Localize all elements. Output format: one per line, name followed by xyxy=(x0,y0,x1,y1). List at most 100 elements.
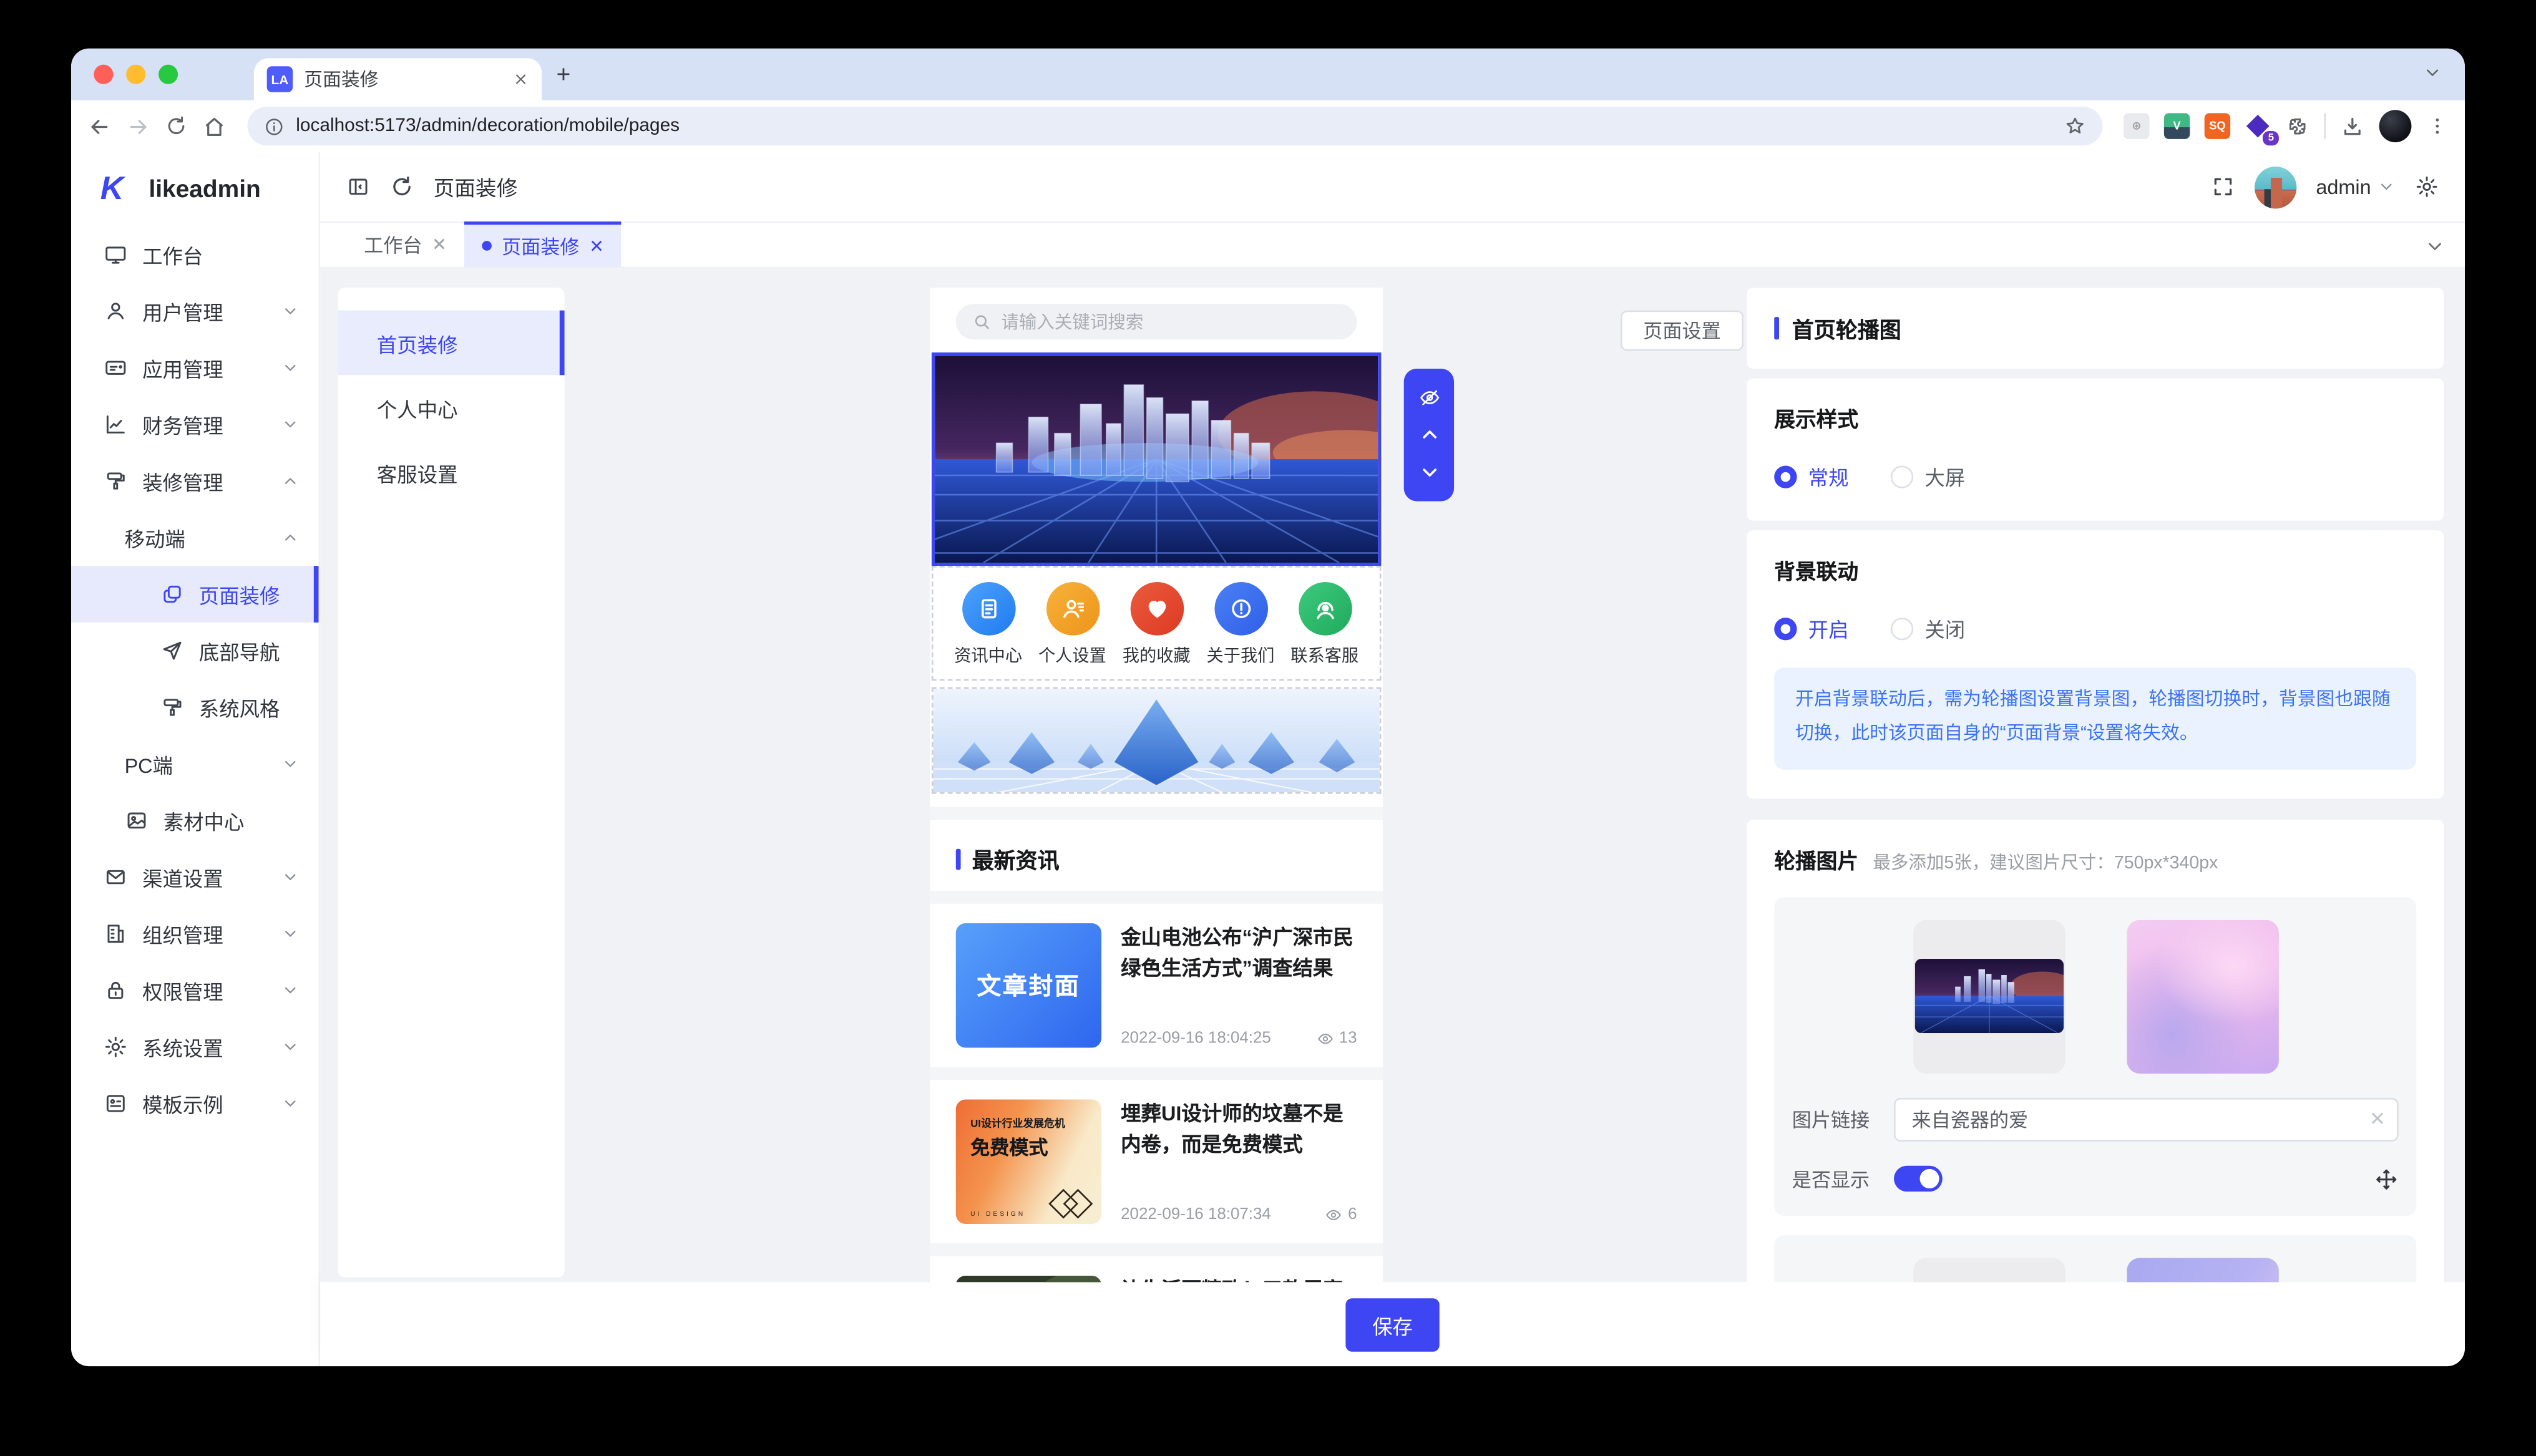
sidebar-item-material-center[interactable]: 素材中心 xyxy=(71,792,319,849)
home-icon[interactable] xyxy=(202,114,227,138)
vue-extension-icon[interactable]: V xyxy=(2164,113,2190,138)
close-window-button[interactable] xyxy=(94,65,113,84)
nav-item-news[interactable]: 资讯中心 xyxy=(946,582,1030,667)
extensions-puzzle-icon[interactable] xyxy=(2285,114,2309,138)
banner-widget-selected[interactable] xyxy=(932,352,1382,566)
reload-icon[interactable] xyxy=(165,115,187,137)
article-row[interactable]: 让生活更精致！五款居家好物推荐，实用性超高 #好物推荐 xyxy=(930,1256,1383,1282)
carousel-background-thumb[interactable] xyxy=(2126,920,2278,1073)
move-widget-down-icon[interactable] xyxy=(1418,461,1440,483)
page-settings-button[interactable]: 页面设置 xyxy=(1621,311,1744,351)
display-style-card: 展示样式 常规 大屏 xyxy=(1747,378,2444,520)
tabs-overflow-chevron-icon[interactable] xyxy=(2424,236,2446,257)
sq-extension-icon[interactable]: SQ xyxy=(2205,113,2230,138)
sidebar-item-decoration[interactable]: 装修管理 xyxy=(71,453,319,510)
nav-item-profile-settings[interactable]: 个人设置 xyxy=(1030,582,1114,667)
sidebar-item-organization[interactable]: 组织管理 xyxy=(71,905,319,962)
sidebar-item-users[interactable]: 用户管理 xyxy=(71,283,319,340)
window-controls[interactable] xyxy=(94,65,178,84)
minimize-window-button[interactable] xyxy=(126,65,145,84)
news-section-title: 最新资讯 xyxy=(972,842,1060,875)
radio-bg-link-on[interactable]: 开启 xyxy=(1774,613,1848,643)
drag-move-icon[interactable] xyxy=(2374,1167,2399,1191)
carousel-image-thumb[interactable] xyxy=(1913,1257,2065,1282)
collapse-sidebar-icon[interactable] xyxy=(346,175,371,199)
headset-icon xyxy=(1311,595,1339,623)
close-tab-icon[interactable]: ✕ xyxy=(432,234,447,255)
forward-icon[interactable] xyxy=(126,114,150,138)
page-item-customer-service[interactable]: 客服设置 xyxy=(338,440,565,505)
screen: LA 页面装修 + localhost:5173/admin/decoratio… xyxy=(0,0,2536,1456)
browser-profile-avatar[interactable] xyxy=(2379,110,2412,142)
sidebar-item-pc[interactable]: PC端 xyxy=(71,735,319,792)
page-item-personal-center[interactable]: 个人中心 xyxy=(338,375,565,440)
url-bar[interactable]: localhost:5173/admin/decoration/mobile/p… xyxy=(248,107,2103,145)
site-info-icon[interactable] xyxy=(263,115,285,137)
react-extension-icon[interactable]: ⊛ xyxy=(2124,113,2149,138)
sidebar-item-system-style[interactable]: 系统风格 xyxy=(71,679,319,736)
clear-input-icon[interactable]: ✕ xyxy=(2369,1107,2386,1129)
display-style-label: 展示样式 xyxy=(1774,402,2416,433)
fullscreen-icon[interactable] xyxy=(2211,175,2235,199)
preview-search-bar[interactable]: 请输入关键词搜索 xyxy=(956,304,1357,339)
radio-display-normal[interactable]: 常规 xyxy=(1774,461,1848,492)
icon-nav-widget[interactable]: 资讯中心 个人设置 我的收藏 xyxy=(932,566,1382,681)
active-dot xyxy=(482,241,492,251)
browser-tab-strip: LA 页面装修 + xyxy=(71,49,2465,100)
radio-bg-link-off[interactable]: 关闭 xyxy=(1891,613,1965,643)
sidebar-item-page-decoration[interactable]: 页面装修 xyxy=(71,566,319,623)
radio-display-large[interactable]: 大屏 xyxy=(1891,461,1965,492)
heart-icon xyxy=(1143,595,1170,623)
bookmark-star-icon[interactable] xyxy=(2064,115,2086,137)
pages-list-panel: 首页装修 个人中心 客服设置 xyxy=(338,288,565,1277)
user-avatar[interactable] xyxy=(2255,166,2296,208)
page-item-home[interactable]: 首页装修 xyxy=(338,311,565,376)
nav-item-contact-service[interactable]: 联系客服 xyxy=(1282,582,1367,667)
maximize-window-button[interactable] xyxy=(158,65,178,84)
nav-item-favorites[interactable]: 我的收藏 xyxy=(1114,582,1199,667)
close-tab-icon[interactable]: ✕ xyxy=(589,235,604,256)
chevron-down-icon xyxy=(281,925,300,943)
sidebar-item-workbench[interactable]: 工作台 xyxy=(71,226,319,283)
new-tab-button[interactable]: + xyxy=(557,61,571,89)
back-icon[interactable] xyxy=(87,114,112,138)
background-link-card: 背景联动 开启 关闭 开启背景联动后，需为轮播图设置背景图，轮播图切换时，背景图… xyxy=(1747,530,2444,798)
sidebar-item-permissions[interactable]: 权限管理 xyxy=(71,962,319,1019)
sidebar-item-template-examples[interactable]: 模板示例 xyxy=(71,1075,319,1132)
settings-gear-icon[interactable] xyxy=(2415,175,2439,199)
tab-page-decoration[interactable]: 页面装修✕ xyxy=(464,221,622,267)
news-doc-icon xyxy=(975,595,1002,623)
carousel-hint: 最多添加5张，建议图片尺寸：750px*340px xyxy=(1873,848,2218,873)
diamond-extension-icon[interactable]: 5 xyxy=(2245,113,2270,138)
article-title: 金山电池公布“沪广深市民绿色生活方式”调查结果 xyxy=(1121,923,1357,984)
image-link-input[interactable] xyxy=(1894,1097,2399,1141)
refresh-icon[interactable] xyxy=(390,175,414,199)
sidebar-item-applications[interactable]: 应用管理 xyxy=(71,339,319,396)
tab-workbench[interactable]: 工作台✕ xyxy=(346,221,465,267)
show-toggle[interactable] xyxy=(1894,1166,1943,1191)
kebab-menu-icon[interactable] xyxy=(2426,115,2449,137)
sidebar-item-system-settings[interactable]: 系统设置 xyxy=(71,1019,319,1075)
carousel-image-thumb[interactable] xyxy=(1913,920,2065,1073)
background-link-tip: 开启背景联动后，需为轮播图设置背景图，轮播图切换时，背景图也跟随切换，此时该页面… xyxy=(1774,667,2416,769)
save-button[interactable]: 保存 xyxy=(1347,1298,1439,1351)
city-banner-thumb xyxy=(1914,959,2062,1033)
article-row[interactable]: 文章封面 金山电池公布“沪广深市民绿色生活方式”调查结果 2022-09-16 … xyxy=(930,904,1383,1067)
chevron-down-icon xyxy=(281,1095,300,1113)
downloads-icon[interactable] xyxy=(2340,114,2364,138)
move-widget-up-icon[interactable] xyxy=(1418,424,1440,446)
tab-list-chevron-icon[interactable] xyxy=(2423,63,2442,82)
carousel-background-thumb[interactable] xyxy=(2126,1257,2278,1282)
tab-close-icon[interactable] xyxy=(513,71,529,87)
browser-tab[interactable]: LA 页面装修 xyxy=(254,58,542,100)
sidebar-item-finance[interactable]: 财务管理 xyxy=(71,396,319,453)
url-text[interactable]: localhost:5173/admin/decoration/mobile/p… xyxy=(296,117,2052,136)
nav-item-about-us[interactable]: 关于我们 xyxy=(1199,582,1283,667)
article-row[interactable]: UI设计行业发展危机 免费模式 UI DESIGN 埋葬UI设计师的坟墓不是内卷… xyxy=(930,1080,1383,1243)
sidebar-item-channel-settings[interactable]: 渠道设置 xyxy=(71,849,319,906)
sidebar-item-bottom-nav[interactable]: 底部导航 xyxy=(71,623,319,679)
user-menu[interactable]: admin xyxy=(2316,175,2395,198)
sidebar-item-mobile[interactable]: 移动端 xyxy=(71,509,319,566)
banner-widget-2[interactable] xyxy=(932,687,1382,794)
hide-widget-eye-off-icon[interactable] xyxy=(1418,386,1440,409)
